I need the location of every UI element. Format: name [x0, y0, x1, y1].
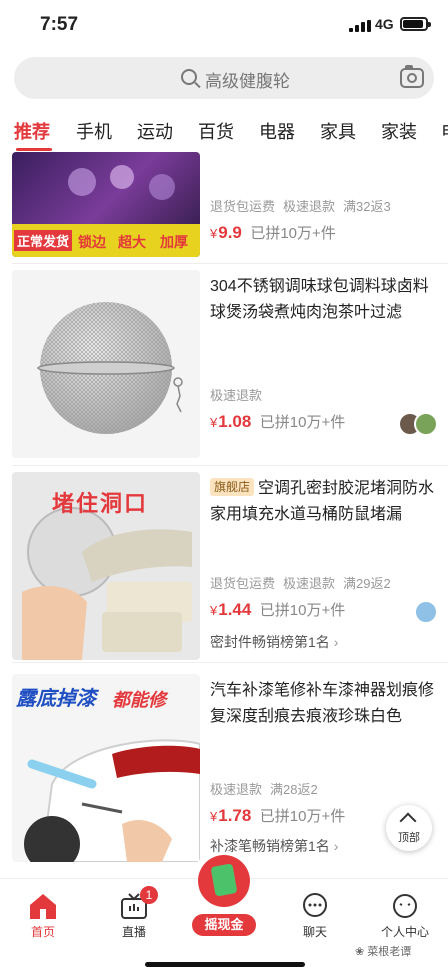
- product-price: ¥1.08: [210, 412, 252, 431]
- product-card[interactable]: 正常发货 锁边 超大 加厚 退货包运费 极速退款 满32返3 ¥9.9 已拼10万+…: [0, 152, 448, 262]
- product-tags: 极速退款: [210, 385, 270, 404]
- home-indicator: [145, 962, 305, 967]
- chat-icon: [303, 893, 327, 917]
- product-card[interactable]: 304不锈钢调味球包调料球卤料球煲汤袋煮炖肉泡茶叶过滤 极速退款 ¥1.08 已…: [0, 268, 448, 463]
- tab-partial[interactable]: 电: [441, 118, 448, 144]
- product-price: ¥9.9: [210, 223, 242, 242]
- status-time: 7:57: [40, 14, 79, 35]
- tab-general-goods[interactable]: 百货: [198, 118, 234, 144]
- nav-shake-cash-label: 摇现金: [192, 914, 256, 936]
- product-tags: 退货包运费 极速退款 满32返3: [210, 196, 399, 215]
- search-icon: [181, 69, 197, 85]
- shake-cash-icon: [198, 855, 250, 907]
- nav-home[interactable]: 首页: [13, 879, 73, 959]
- tab-furniture[interactable]: 家具: [320, 118, 356, 144]
- tag-fast-refund: 极速退款: [210, 388, 263, 403]
- back-to-top-label: 顶部: [398, 832, 420, 844]
- back-to-top-button[interactable]: 顶部: [386, 805, 432, 851]
- active-tab-indicator: [16, 148, 52, 151]
- divider: [12, 465, 448, 466]
- battery-icon: [400, 17, 431, 31]
- banner-normal-shipping: 正常发货: [14, 230, 73, 251]
- banner-large: 超大: [118, 234, 146, 250]
- nav-home-label: 首页: [30, 925, 55, 939]
- tag-free-return: 退货包运费: [210, 199, 276, 214]
- product-image: [12, 270, 200, 458]
- category-tabs: 推荐 手机 运动 百货 电器 家具 家装 电: [0, 112, 448, 152]
- search-bar[interactable]: 高级健腹轮: [14, 57, 434, 99]
- signal-icon: [349, 20, 371, 32]
- nav-chat-label: 聊天: [302, 925, 327, 939]
- status-bar: 7:57 4G: [0, 0, 448, 52]
- product-feed[interactable]: 正常发货 锁边 超大 加厚 退货包运费 极速退款 满32返3 ¥9.9 已拼10万+…: [0, 152, 448, 878]
- profile-icon: [393, 894, 417, 918]
- image-caption: 堵住洞口: [52, 491, 149, 516]
- chevron-up-icon: [399, 812, 417, 830]
- product-title: 304不锈钢调味球包调料球卤料球煲汤袋煮炖肉泡茶叶过滤: [210, 278, 429, 321]
- tag-fast-refund: 极速退款: [283, 199, 336, 214]
- tab-recommend[interactable]: 推荐: [14, 118, 50, 144]
- price-row: ¥1.08 已拼10万+件: [210, 411, 345, 432]
- nav-live-label: 直播: [121, 925, 146, 939]
- flagship-badge: 旗舰店: [210, 478, 255, 496]
- network-type: 4G: [375, 16, 394, 32]
- nav-shake-cash[interactable]: 摇现金: [192, 855, 256, 959]
- tab-sports[interactable]: 运动: [137, 118, 173, 144]
- bottom-tab-bar: 首页 1 直播 摇现金 聊天 个人中心 ❀ 菜根老谭: [0, 855, 448, 975]
- banner-thick: 加厚: [160, 234, 188, 250]
- watermark: ❀ 菜根老谭: [355, 946, 412, 958]
- home-icon: [30, 894, 56, 919]
- sold-count: 已拼10万+件: [250, 225, 336, 242]
- banner-hemmed: 锁边: [78, 234, 106, 250]
- camera-icon[interactable]: [400, 65, 424, 88]
- product-image: 堵住洞口: [12, 472, 200, 660]
- search-placeholder: 高级健腹轮: [205, 72, 290, 91]
- nav-live[interactable]: 1 直播: [104, 879, 164, 959]
- nav-chat[interactable]: 聊天: [285, 879, 345, 959]
- sold-count: 已拼10万+件: [259, 414, 346, 431]
- product-image: 正常发货 锁边 超大 加厚: [12, 152, 200, 257]
- product-title: 旗舰店 空调孔密封胶泥堵洞防水家用填充水道马桶防鼠堵漏: [210, 478, 435, 523]
- buyer-avatar: [414, 412, 438, 436]
- mesh-ball-art: [37, 302, 183, 434]
- price-row: ¥9.9 已拼10万+件: [210, 222, 336, 243]
- wechat-icon: ❀: [355, 946, 365, 958]
- nav-profile-label: 个人中心: [380, 925, 429, 939]
- tab-phones[interactable]: 手机: [76, 118, 112, 144]
- product-card[interactable]: 堵住洞口 旗舰店 空调孔密封胶泥堵洞防水家用填充水道马桶防鼠堵漏: [0, 470, 448, 665]
- tab-appliances[interactable]: 电器: [259, 118, 295, 144]
- tag-cashback: 满32返3: [343, 199, 391, 214]
- tab-home-decor[interactable]: 家装: [381, 118, 417, 144]
- live-badge: 1: [140, 886, 158, 904]
- divider: [12, 263, 448, 264]
